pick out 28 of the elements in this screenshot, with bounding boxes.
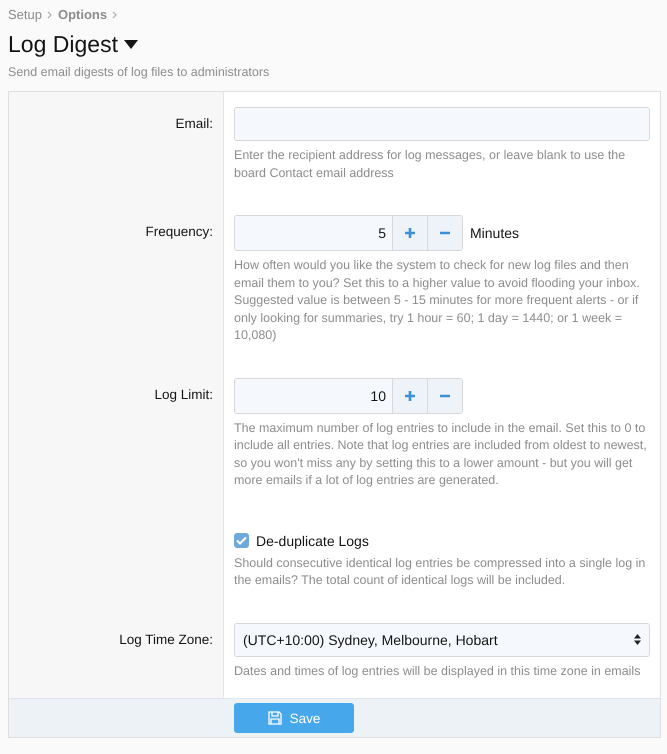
email-field[interactable]: [234, 107, 650, 141]
page-description: Send email digests of log files to administrators: [8, 65, 270, 79]
checkbox-label[interactable]: De-duplicate Logs: [256, 532, 369, 548]
number-field[interactable]: 5: [234, 215, 463, 251]
number-field[interactable]: 10: [234, 378, 463, 414]
increase-button[interactable]: [392, 216, 427, 250]
decrease-button[interactable]: [427, 378, 462, 412]
field-label: Email:: [175, 116, 213, 131]
select-arrows-icon: [634, 634, 641, 645]
field-hint: How often would you like the system to check for new log files and then email them to you? Set this to a higher value to avoid flooding your inbox. Suggested value is between 5 - 15 minutes for more frequent alerts - or if only looking for summaries, try 1 hour = 60; 1 day = 1440; or 1 week = 10,080): [234, 257, 641, 344]
unit-label: Minutes: [470, 225, 520, 241]
field-hint: Dates and times of log entries will be displayed in this time zone in emails: [234, 662, 642, 680]
field-hint: The maximum number of log entries to include in the email. Set this to 0 to include all entries. Note that log entries are included from oldest to newest, so you won't miss any by setting this to a lower amount - but you will get more emails if a lot of log entries are generated.: [234, 420, 648, 489]
timezone-select[interactable]: (UTC+10:00) Sydney, Melbourne, Hobart: [234, 622, 650, 656]
field-label: Log Time Zone:: [119, 632, 213, 646]
field-hint: Enter the recipient address for log messages, or leave blank to use the board Contact email address: [234, 147, 626, 182]
chevron-icon: [46, 10, 53, 18]
page-title: Log Digest: [8, 31, 118, 58]
plus-icon: [404, 227, 416, 239]
caret-icon[interactable]: [124, 40, 138, 49]
field-hint: Should consecutive identical log entries be compressed into a single log in the emails? The total count of identical logs will be included.: [234, 554, 646, 589]
plus-icon: [404, 390, 416, 402]
chevron-icon: [112, 10, 118, 18]
field-label: Log Limit:: [154, 386, 213, 402]
increase-button[interactable]: [392, 378, 427, 412]
field-label: Frequency:: [145, 224, 213, 239]
decrease-button[interactable]: [427, 216, 462, 250]
checkbox[interactable]: [234, 533, 249, 548]
